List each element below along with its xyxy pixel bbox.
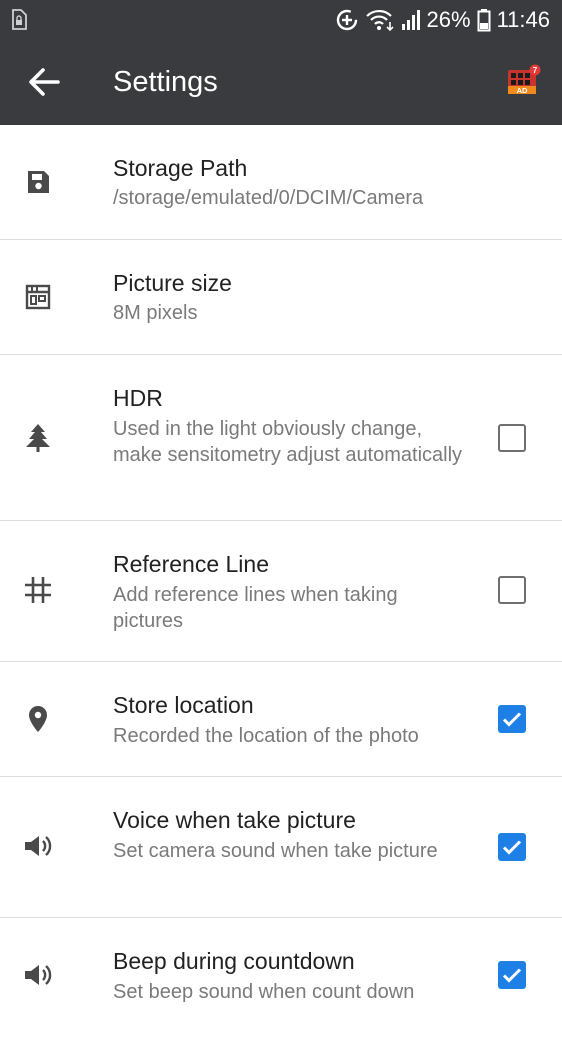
wifi-icon (365, 9, 394, 32)
setting-title: Storage Path (113, 155, 248, 181)
data-saver-icon (336, 9, 357, 31)
setting-voice-take-picture[interactable]: Voice when take picture Set camera sound… (0, 777, 562, 918)
hdr-checkbox[interactable] (498, 424, 526, 452)
back-arrow-icon[interactable] (24, 62, 64, 102)
checkmark-icon (502, 968, 522, 983)
volume-icon (22, 959, 54, 991)
setting-beep-countdown[interactable]: Beep during countdown Set beep sound whe… (0, 918, 562, 1059)
beep-countdown-checkbox[interactable] (498, 961, 526, 989)
setting-subtitle: Set beep sound when count down (113, 981, 415, 1003)
setting-subtitle: Recorded the location of the photo (113, 725, 419, 747)
picture-size-icon (22, 281, 54, 313)
ad-label: AD (517, 86, 528, 95)
setting-title: Voice when take picture (113, 807, 356, 833)
voice-take-picture-checkbox[interactable] (498, 833, 526, 861)
setting-subtitle: 8M pixels (113, 302, 198, 324)
battery-icon (477, 9, 491, 32)
setting-reference-line[interactable]: Reference Line Add reference lines when … (0, 521, 562, 662)
setting-subtitle: Add reference lines when taking pictures (113, 584, 398, 632)
checkmark-icon (502, 712, 522, 727)
reference-line-checkbox[interactable] (498, 576, 526, 604)
location-pin-icon (22, 703, 54, 735)
setting-subtitle: Used in the light obviously change, make… (113, 418, 463, 466)
setting-storage-path[interactable]: Storage Path /storage/emulated/0/DCIM/Ca… (0, 125, 562, 240)
store-location-checkbox[interactable] (498, 705, 526, 733)
setting-hdr[interactable]: HDR Used in the light obviously change, … (0, 355, 562, 521)
grid-icon (22, 574, 54, 606)
hdr-tree-icon (22, 422, 54, 454)
page-title: Settings (113, 66, 218, 98)
setting-title: HDR (113, 385, 163, 411)
signal-icon (401, 10, 420, 30)
setting-title: Store location (113, 692, 254, 718)
ad-badge: 7 (533, 66, 538, 75)
save-icon (22, 166, 54, 198)
setting-title: Beep during countdown (113, 948, 355, 974)
status-bar: 26% 11:46 (0, 0, 562, 40)
setting-subtitle: Set camera sound when take picture (113, 840, 438, 862)
clock: 11:46 (496, 7, 550, 32)
setting-title: Reference Line (113, 551, 269, 577)
battery-percent: 26% (426, 7, 471, 32)
sim-lock-icon (12, 9, 27, 30)
app-bar: Settings AD 7 (0, 40, 562, 125)
checkmark-icon (502, 840, 522, 855)
setting-title: Picture size (113, 270, 232, 296)
setting-picture-size[interactable]: Picture size 8M pixels (0, 240, 562, 355)
ad-grid-icon[interactable]: AD 7 (506, 64, 542, 100)
volume-icon (22, 830, 54, 862)
setting-store-location[interactable]: Store location Recorded the location of … (0, 662, 562, 777)
setting-subtitle: /storage/emulated/0/DCIM/Camera (113, 187, 424, 209)
